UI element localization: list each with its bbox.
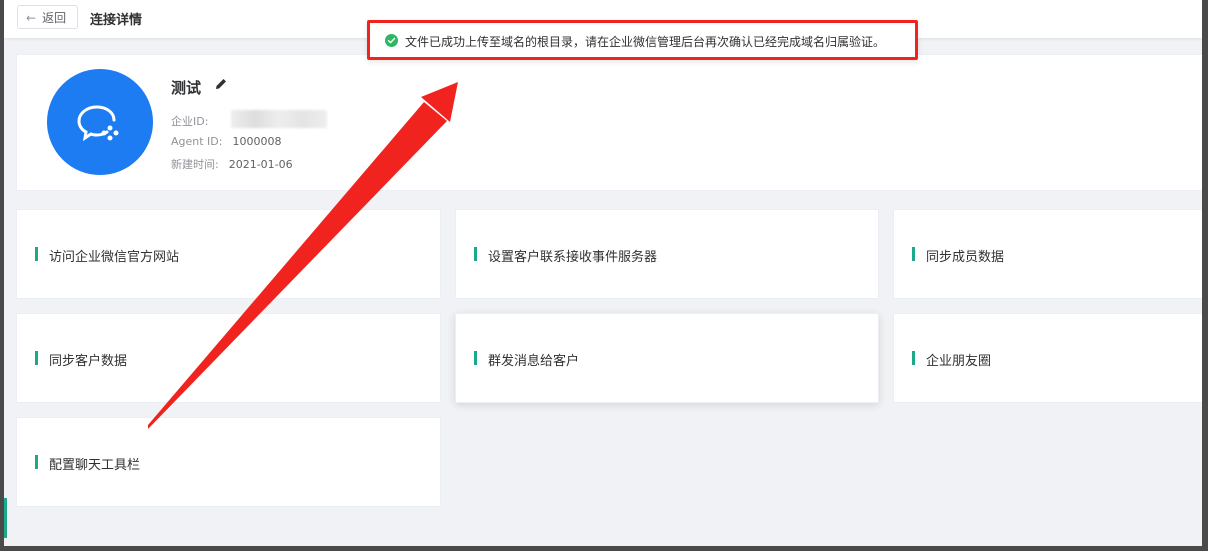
red-annotation-arrow (148, 82, 458, 429)
